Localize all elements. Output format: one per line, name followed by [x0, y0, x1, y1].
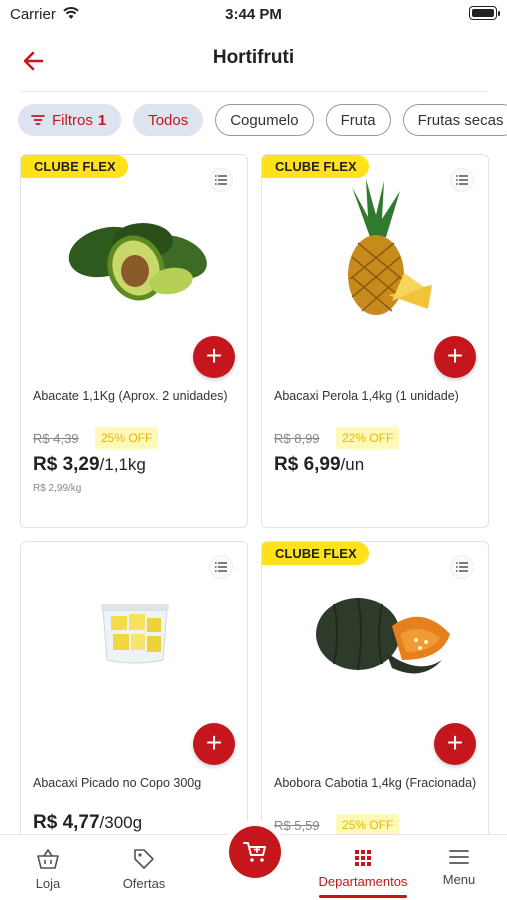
price-per-kg: R$ 2,99/kg: [33, 483, 82, 494]
old-price: R$ 8,99: [274, 431, 320, 446]
filters-count: 1: [97, 111, 107, 129]
discount-badge: 25% OFF: [336, 814, 400, 836]
old-price: R$ 5,59: [274, 818, 320, 833]
status-bar: Carrier 3:44 PM: [0, 0, 507, 30]
product-image-pineapple-cup: [101, 604, 169, 664]
header: Hortifruti: [0, 30, 507, 90]
old-price: R$ 4,39: [33, 431, 79, 446]
add-to-cart-button[interactable]: +: [434, 723, 476, 765]
nav-label: Ofertas: [122, 876, 166, 891]
product-image-pineapple: [348, 179, 432, 315]
chip-frutas-secas[interactable]: Frutas secas: [402, 104, 507, 136]
plus-icon: +: [205, 339, 223, 371]
chip-fruta[interactable]: Fruta: [325, 104, 391, 136]
cart-button[interactable]: [229, 826, 281, 878]
header-divider: [20, 91, 487, 92]
nav-ofertas[interactable]: Ofertas: [114, 835, 174, 900]
price-value: R$ 4,77: [33, 812, 100, 833]
product-name: Abacaxi Picado no Copo 300g: [33, 776, 202, 790]
add-to-cart-button[interactable]: +: [193, 336, 235, 378]
club-badge: CLUBE FLEX: [21, 155, 128, 178]
cart-icon: [243, 842, 266, 862]
discount-badge: 25% OFF: [95, 427, 159, 449]
filter-chips: Filtros 1 Todos Cogumelo Fruta Frutas se…: [18, 104, 507, 136]
hamburger-icon: [449, 850, 469, 864]
nav-departamentos[interactable]: Departamentos: [315, 835, 411, 900]
product-card[interactable]: CLUBE FLEX + Abacate 1,1Kg (Aprox. 2 uni…: [20, 154, 248, 528]
product-name: Abacate 1,1Kg (Aprox. 2 unidades): [33, 389, 228, 403]
active-tab-indicator: [319, 895, 407, 898]
page-title: Hortifruti: [212, 47, 295, 68]
current-price: R$ 6,99/un: [274, 454, 364, 476]
product-card[interactable]: CLUBE FLEX + Abacaxi Perola 1,4kg (1 uni…: [261, 154, 489, 528]
club-badge: CLUBE FLEX: [262, 542, 369, 565]
price-unit: /un: [340, 455, 365, 474]
price-unit: /1,1kg: [99, 455, 146, 474]
chip-cogumelo[interactable]: Cogumelo: [215, 104, 314, 136]
product-image-pumpkin: [316, 597, 450, 674]
nav-menu[interactable]: Menu: [430, 835, 488, 900]
add-to-cart-button[interactable]: +: [193, 723, 235, 765]
product-image-avocado: [68, 223, 207, 301]
club-badge: CLUBE FLEX: [262, 155, 369, 178]
product-name: Abobora Cabotia 1,4kg (Fracionada): [274, 776, 477, 790]
price-value: R$ 6,99: [274, 454, 341, 475]
plus-icon: +: [446, 339, 464, 371]
add-to-cart-button[interactable]: +: [434, 336, 476, 378]
chip-todos[interactable]: Todos: [133, 104, 204, 136]
basket-icon: [37, 848, 59, 869]
nav-label: Loja: [35, 876, 61, 891]
discount-badge: 22% OFF: [336, 427, 400, 449]
grid-icon: [355, 850, 371, 866]
filters-label: Filtros: [52, 111, 93, 129]
price-value: R$ 3,29: [33, 454, 100, 475]
current-price: R$ 4,77/300g: [33, 812, 142, 834]
tag-icon: [134, 849, 154, 869]
product-name: Abacaxi Perola 1,4kg (1 unidade): [274, 389, 459, 403]
plus-icon: +: [205, 726, 223, 758]
filter-icon: [31, 115, 45, 125]
battery-icon: [469, 6, 500, 20]
filters-button[interactable]: Filtros 1: [18, 104, 122, 136]
nav-label: Menu: [442, 872, 476, 887]
status-time: 3:44 PM: [225, 6, 282, 23]
current-price: R$ 3,29/1,1kg: [33, 454, 146, 476]
plus-icon: +: [446, 726, 464, 758]
nav-label: Departamentos: [318, 874, 408, 889]
price-unit: /300g: [99, 813, 143, 832]
nav-loja[interactable]: Loja: [18, 835, 78, 900]
